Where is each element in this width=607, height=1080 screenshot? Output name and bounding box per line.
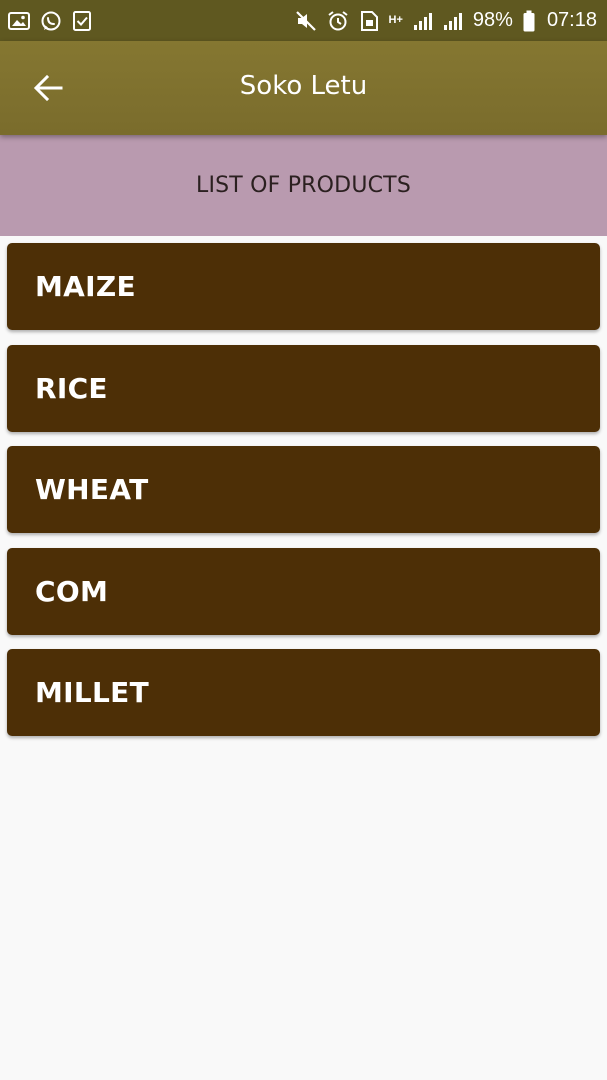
battery-percent: 98% (472, 9, 513, 31)
mute-icon (295, 10, 317, 32)
product-label: RICE (35, 371, 108, 405)
list-header-title: LIST OF PRODUCTS (196, 173, 411, 198)
product-item-maize[interactable]: MAIZE (7, 243, 600, 330)
product-item-rice[interactable]: RICE (7, 344, 600, 432)
network-type-icon: H+ (389, 15, 403, 26)
clock-time: 07:18 (546, 9, 597, 31)
product-label: MILLET (35, 676, 149, 709)
network-label: H+ (388, 14, 403, 26)
product-list: MAIZE RICE WHEAT COM MILLET (7, 243, 600, 751)
status-bar-right: H+ 98% 07:18 (295, 9, 597, 32)
whatsapp-icon (40, 10, 62, 32)
list-header: LIST OF PRODUCTS (0, 135, 607, 236)
alarm-icon (327, 10, 349, 32)
product-label: MAIZE (35, 270, 136, 303)
product-label: WHEAT (35, 473, 149, 506)
status-bar-left (8, 10, 92, 32)
product-item-millet[interactable]: MILLET (7, 649, 600, 736)
signal-icon (443, 11, 463, 31)
product-item-wheat[interactable]: WHEAT (7, 446, 600, 533)
gallery-icon (8, 11, 30, 31)
task-icon (72, 10, 92, 32)
sim-icon (359, 10, 379, 32)
battery-icon (523, 10, 535, 32)
product-item-com[interactable]: COM (7, 547, 600, 635)
signal-icon (413, 11, 433, 31)
status-bar: H+ 98% 07:18 (0, 0, 607, 41)
app-bar: Soko Letu (0, 41, 607, 135)
app-title: Soko Letu (239, 71, 368, 101)
product-label: COM (35, 574, 109, 608)
